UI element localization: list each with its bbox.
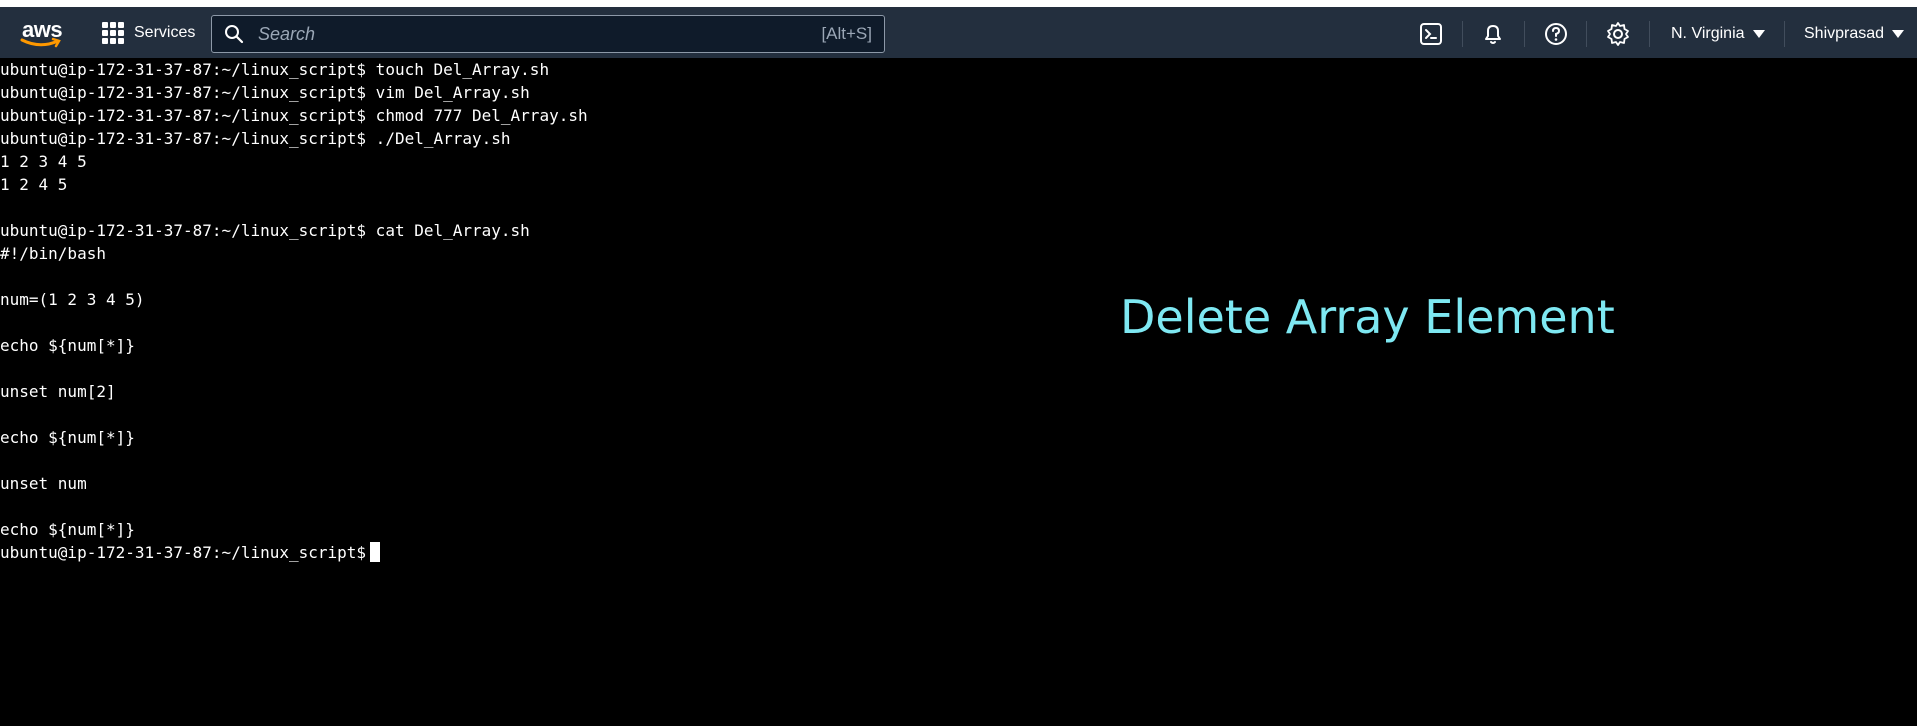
navbar-divider: [1524, 21, 1525, 47]
terminal-line: unset num: [0, 474, 87, 493]
services-label: Services: [134, 24, 196, 41]
cloudshell-icon[interactable]: [1418, 21, 1444, 47]
terminal-line: echo ${num[*]}: [0, 520, 135, 539]
terminal-line: 1 2 3 4 5: [0, 152, 87, 171]
search-input[interactable]: [256, 22, 822, 46]
terminal-cursor: [370, 542, 381, 562]
terminal-line: ubuntu@ip-172-31-37-87:~/linux_script$ v…: [0, 83, 530, 102]
region-label: N. Virginia: [1671, 25, 1745, 42]
terminal-line: ubuntu@ip-172-31-37-87:~/linux_script$ c…: [0, 106, 588, 125]
caret-down-icon: [1892, 30, 1905, 38]
help-icon[interactable]: [1543, 21, 1569, 47]
terminal-line: ubuntu@ip-172-31-37-87:~/linux_script$ t…: [0, 60, 550, 79]
search-shortcut-hint: [Alt+S]: [821, 24, 872, 43]
terminal-line: #!/bin/bash: [0, 244, 106, 263]
terminal-line: 1 2 4 5: [0, 175, 68, 194]
terminal-prompt-line[interactable]: ubuntu@ip-172-31-37-87:~/linux_script$: [0, 541, 1917, 564]
terminal-line: unset num[2]: [0, 382, 116, 401]
search-icon: [225, 25, 244, 44]
terminal-prompt: ubuntu@ip-172-31-37-87:~/linux_script$: [0, 543, 367, 562]
terminal-line: echo ${num[*]}: [0, 336, 135, 355]
services-grid-icon: [102, 22, 124, 44]
bell-icon[interactable]: [1480, 21, 1506, 47]
overlay-title: Delete Array Element: [1120, 290, 1615, 344]
aws-smile-icon: [20, 37, 61, 48]
navbar-divider: [1649, 21, 1650, 47]
browser-top-strip: [0, 0, 1917, 7]
terminal-line: echo ${num[*]}: [0, 428, 135, 447]
navbar-divider: [1586, 21, 1587, 47]
terminal-line: ubuntu@ip-172-31-37-87:~/linux_script$ c…: [0, 221, 530, 240]
user-label: Shivprasad: [1804, 25, 1885, 42]
terminal-line: num=(1 2 3 4 5): [0, 290, 145, 309]
terminal-output[interactable]: ubuntu@ip-172-31-37-87:~/linux_script$ t…: [0, 58, 1917, 726]
search-bar[interactable]: [Alt+S]: [211, 15, 885, 53]
terminal-line: ubuntu@ip-172-31-37-87:~/linux_script$ .…: [0, 129, 511, 148]
aws-console-navbar: aws Services [Alt+S]: [0, 7, 1917, 59]
aws-logo[interactable]: aws: [20, 17, 64, 49]
settings-icon[interactable]: [1605, 21, 1631, 47]
account-menu[interactable]: Shivprasad: [1804, 21, 1905, 47]
region-selector[interactable]: N. Virginia: [1671, 21, 1765, 47]
navbar-divider: [1784, 21, 1785, 47]
services-menu-button[interactable]: Services: [102, 17, 195, 49]
caret-down-icon: [1752, 30, 1765, 38]
navbar-divider: [1462, 21, 1463, 47]
